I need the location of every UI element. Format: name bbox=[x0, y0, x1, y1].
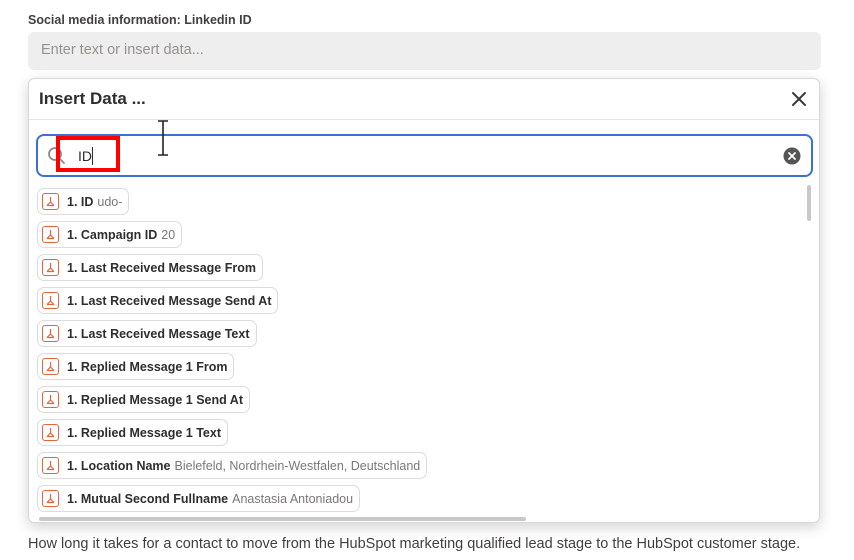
list-item: 1. Location Name Bielefeld, Nordrhein-Wes… bbox=[37, 452, 797, 485]
app-icon bbox=[42, 226, 59, 243]
data-pill[interactable]: 1. Last Received Message From bbox=[37, 254, 263, 281]
list-item: 1. Last Received Message Text bbox=[37, 320, 797, 353]
app-icon bbox=[42, 292, 59, 309]
pill-key: 1. ID bbox=[67, 194, 94, 209]
vertical-scrollbar[interactable] bbox=[807, 185, 811, 221]
linkedin-id-input[interactable]: Enter text or insert data... bbox=[28, 32, 821, 70]
data-pill[interactable]: 1. Replied Message 1 From bbox=[37, 353, 235, 380]
pill-key: 1. Last Received Message From bbox=[67, 260, 256, 275]
app-icon bbox=[42, 358, 59, 375]
pill-key: 1. Last Received Message Text bbox=[67, 326, 250, 341]
highlight-box bbox=[56, 136, 120, 172]
data-pill[interactable]: 1. Last Received Message Text bbox=[37, 320, 257, 347]
close-icon[interactable] bbox=[789, 89, 809, 109]
pill-key: 1. Mutual Second Fullname bbox=[67, 491, 229, 506]
pill-value: 20 bbox=[161, 227, 176, 242]
pill-value: Bielefeld, Nordrhein-Westfalen, Deutschl… bbox=[174, 458, 421, 473]
field-description: How long it takes for a contact to move … bbox=[28, 536, 801, 552]
app-icon bbox=[42, 391, 59, 408]
text-cursor-icon bbox=[158, 120, 168, 156]
app-icon bbox=[42, 325, 59, 342]
horizontal-scrollbar[interactable] bbox=[39, 517, 526, 521]
popup-header: Insert Data ... bbox=[29, 79, 819, 120]
list-item: 1. Campaign ID 20 bbox=[37, 221, 797, 254]
app-icon bbox=[42, 193, 59, 210]
pill-key: 1. Replied Message 1 From bbox=[67, 359, 228, 374]
list-item: 1. Replied Message 1 Text bbox=[37, 419, 797, 452]
pill-key: 1. Campaign ID bbox=[67, 227, 158, 242]
pill-key: 1. Location Name bbox=[67, 458, 171, 473]
pill-key: 1. Replied Message 1 Text bbox=[67, 425, 221, 440]
app-icon bbox=[42, 490, 59, 507]
list-item: 1. Last Received Message From bbox=[37, 254, 797, 287]
list-item: 1. Replied Message 1 Send At bbox=[37, 386, 797, 419]
app-icon bbox=[42, 424, 59, 441]
data-pill[interactable]: 1. Mutual Second Fullname Anastasia Anton… bbox=[37, 485, 361, 512]
pill-key: 1. Replied Message 1 Send At bbox=[67, 392, 243, 407]
data-pill[interactable]: 1. Last Received Message Send At bbox=[37, 287, 279, 314]
data-pill[interactable]: 1. Location Name Bielefeld, Nordrhein-Wes… bbox=[37, 452, 428, 479]
search-input[interactable]: ID bbox=[36, 134, 813, 177]
popup-title: Insert Data ... bbox=[39, 89, 146, 108]
list-item: 1. Mutual Second Fullname Anastasia Anton… bbox=[37, 485, 797, 518]
data-pill[interactable]: 1. Campaign ID 20 bbox=[37, 221, 183, 248]
app-icon bbox=[42, 259, 59, 276]
insert-data-popup: Insert Data ... ID 1. ID udo- 1. Campaign … bbox=[28, 78, 820, 523]
data-pill[interactable]: 1. ID udo- bbox=[37, 188, 130, 215]
field-label: Social media information: Linkedin ID bbox=[28, 13, 252, 27]
data-pill[interactable]: 1. Replied Message 1 Send At bbox=[37, 386, 250, 413]
list-item: 1. Last Received Message Send At bbox=[37, 287, 797, 320]
pill-value: Anastasia Antoniadou bbox=[232, 491, 354, 506]
pill-value: udo- bbox=[97, 194, 123, 209]
data-list: 1. ID udo- 1. Campaign ID 20 1. Last Receive… bbox=[37, 188, 797, 518]
list-item: 1. Replied Message 1 From bbox=[37, 353, 797, 386]
app-icon bbox=[42, 457, 59, 474]
data-pill[interactable]: 1. Replied Message 1 Text bbox=[37, 419, 228, 446]
pill-key: 1. Last Received Message Send At bbox=[67, 293, 272, 308]
list-item: 1. ID udo- bbox=[37, 188, 797, 221]
clear-icon[interactable] bbox=[783, 147, 801, 165]
